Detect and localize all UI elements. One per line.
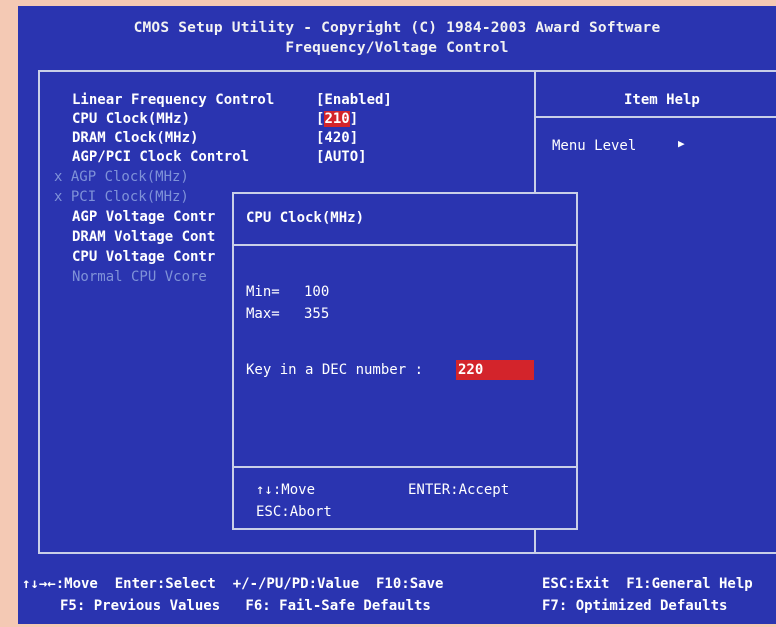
footer-keys-right-1: ESC:Exit F1:General Help — [542, 576, 753, 592]
max-label: Max= — [246, 306, 280, 322]
bios-screen: CMOS Setup Utility - Copyright (C) 1984-… — [18, 6, 776, 624]
menu-item-label: Linear Frequency Control — [72, 92, 275, 108]
menu-level-label: Menu Level — [552, 138, 637, 154]
menu-item-label: x AGP Clock(MHz) — [54, 169, 189, 185]
app-title: CMOS Setup Utility - Copyright (C) 1984-… — [133, 20, 661, 36]
footer-keys-right-2: F7: Optimized Defaults — [542, 598, 728, 614]
min-label: Min= — [246, 284, 280, 300]
footer-keys-left-2: F5: Previous Values F6: Fail-Safe Defaul… — [60, 598, 431, 614]
menu-level-arrow-icon: ▶ — [678, 137, 685, 150]
menu-item-label: CPU Clock(MHz) — [72, 111, 191, 127]
footer-keys-left-1: ↑↓→←:Move Enter:Select +/-/PU/PD:Value F… — [22, 576, 444, 592]
min-value: 100 — [304, 284, 330, 300]
menu-item-label: AGP/PCI Clock Control — [72, 149, 250, 165]
menu-item-label: AGP Voltage Contr — [72, 209, 216, 225]
accept-hint: ENTER:Accept — [408, 482, 510, 498]
input-prompt: Key in a DEC number : — [246, 362, 424, 378]
menu-item-value: [AUTO] — [316, 149, 367, 165]
menu-item-value: [210] — [316, 111, 358, 127]
frame-left-border — [38, 70, 40, 554]
menu-item-label: DRAM Voltage Cont — [72, 229, 216, 245]
page-title: Frequency/Voltage Control — [285, 40, 509, 56]
selected-value: 210 — [324, 111, 350, 127]
frame-top-border — [38, 70, 776, 72]
dialog-footer-separator — [234, 466, 576, 468]
bracket-close: ] — [349, 111, 359, 127]
max-value: 355 — [304, 306, 330, 322]
menu-item-value: [Enabled] — [316, 92, 392, 108]
menu-item-label: x PCI Clock(MHz) — [54, 189, 189, 205]
menu-item-label: Normal CPU Vcore — [72, 269, 207, 285]
dialog-title-separator — [234, 244, 576, 246]
cpu-clock-dialog[interactable]: CPU Clock(MHz) Min= 100 Max= 355 Key in … — [232, 192, 578, 530]
help-title-separator — [536, 116, 776, 118]
help-title: Item Help — [624, 92, 700, 108]
dialog-title: CPU Clock(MHz) — [246, 210, 365, 226]
menu-item-label: CPU Voltage Contr — [72, 249, 216, 265]
dec-number-input[interactable]: 220 — [456, 360, 534, 380]
frame-bottom-border — [38, 552, 776, 554]
menu-item-value: [420] — [316, 130, 359, 146]
menu-item-label: DRAM Clock(MHz) — [72, 130, 199, 146]
move-hint: ↑↓:Move — [256, 482, 316, 498]
abort-hint: ESC:Abort — [256, 504, 332, 520]
